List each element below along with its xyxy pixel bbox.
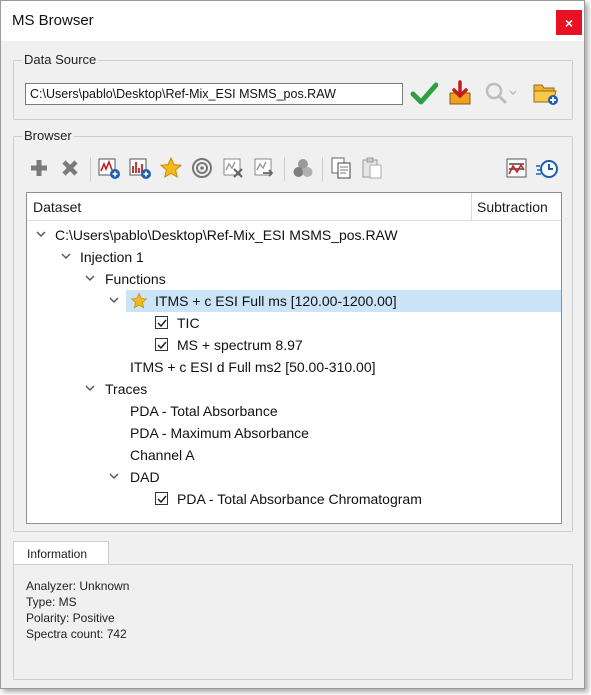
chevron-down-icon[interactable]: [108, 294, 120, 306]
tree-row-label: MS + spectrum 8.97: [177, 337, 303, 353]
tree-row-label: Channel A: [130, 447, 195, 463]
toolbar-separator: [90, 157, 91, 181]
column-header-subtraction[interactable]: Subtraction: [477, 199, 548, 215]
add-icon[interactable]: [27, 156, 51, 180]
tree-row-label: ITMS + c ESI d Full ms2 [50.00-310.00]: [130, 359, 376, 375]
browser-label: Browser: [22, 128, 74, 143]
close-button[interactable]: ×: [556, 10, 582, 35]
download-icon[interactable]: [446, 79, 474, 107]
title-bar: MS Browser ×: [1, 1, 584, 41]
checkbox-pda-chromatogram[interactable]: [155, 492, 168, 505]
chevron-down-icon[interactable]: [108, 470, 120, 482]
timer-icon[interactable]: [535, 156, 559, 180]
info-polarity: Polarity: Positive: [26, 611, 115, 625]
star-icon: [130, 292, 148, 310]
add-chromatogram-icon[interactable]: [97, 156, 121, 180]
ms-browser-window: MS Browser × Data Source Browser: [0, 0, 585, 689]
tree-row-label: TIC: [177, 315, 200, 331]
tree-header: Dataset Subtraction: [27, 193, 561, 221]
tree-row-tic[interactable]: TIC: [27, 312, 561, 334]
column-header-dataset[interactable]: Dataset: [33, 199, 81, 215]
tree-row-pda-max[interactable]: PDA - Maximum Absorbance: [27, 422, 561, 444]
data-source-group: Data Source: [13, 52, 573, 120]
tree-row-label: C:\Users\pablo\Desktop\Ref-Mix_ESI MSMS_…: [55, 227, 398, 243]
tree-row-label: Injection 1: [80, 249, 144, 265]
copy-icon[interactable]: [329, 156, 353, 180]
window-title: MS Browser: [12, 12, 94, 29]
tree-row-traces[interactable]: Traces: [27, 378, 561, 400]
information-panel: Analyzer: Unknown Type: MS Polarity: Pos…: [13, 564, 573, 680]
paste-icon[interactable]: [360, 156, 384, 180]
chevron-down-icon[interactable]: [84, 382, 96, 394]
info-spectra-count: Spectra count: 742: [26, 627, 127, 641]
tree-row-dad[interactable]: DAD: [27, 466, 561, 488]
info-type: Type: MS: [26, 595, 77, 609]
column-divider[interactable]: [471, 193, 472, 221]
tree-row-pda-chromatogram[interactable]: PDA - Total Absorbance Chromatogram: [27, 488, 561, 510]
tab-information[interactable]: Information: [13, 541, 109, 565]
open-folder-icon[interactable]: [532, 79, 560, 107]
star-icon[interactable]: [159, 156, 183, 180]
dataset-tree[interactable]: Dataset Subtraction C:\Users\pablo\Deskt…: [26, 192, 562, 524]
checkbox-ms-spectrum[interactable]: [155, 338, 168, 351]
tree-row-label: PDA - Total Absorbance Chromatogram: [177, 491, 422, 507]
tree-row-label: PDA - Total Absorbance: [130, 403, 278, 419]
chevron-down-icon[interactable]: [35, 228, 47, 240]
tree-row-function-full-ms[interactable]: ITMS + c ESI Full ms [120.00-1200.00]: [27, 290, 561, 312]
tree-row-injection[interactable]: Injection 1: [27, 246, 561, 268]
toolbar-separator: [284, 157, 285, 181]
data-source-path-input[interactable]: [25, 83, 403, 105]
export-icon[interactable]: [252, 156, 276, 180]
tree-row-pda-total[interactable]: PDA - Total Absorbance: [27, 400, 561, 422]
tree-row-file[interactable]: C:\Users\pablo\Desktop\Ref-Mix_ESI MSMS_…: [27, 224, 561, 246]
toolbar-separator: [322, 157, 323, 181]
tree-row-label: DAD: [130, 469, 160, 485]
tree-row-function-ms2[interactable]: ITMS + c ESI d Full ms2 [50.00-310.00]: [27, 356, 561, 378]
search-zoom-icon[interactable]: [482, 79, 522, 107]
tree-row-label: ITMS + c ESI Full ms [120.00-1200.00]: [155, 293, 397, 309]
tree-row-ms-spectrum[interactable]: MS + spectrum 8.97: [27, 334, 561, 356]
add-spectrum-icon[interactable]: [128, 156, 152, 180]
target-icon[interactable]: [190, 156, 214, 180]
info-analyzer: Analyzer: Unknown: [26, 579, 130, 593]
clear-icon[interactable]: [221, 156, 245, 180]
tree-row-label: PDA - Maximum Absorbance: [130, 425, 309, 441]
chevron-down-icon[interactable]: [84, 272, 96, 284]
checkbox-tic[interactable]: [155, 316, 168, 329]
chevron-down-icon[interactable]: [60, 250, 72, 262]
browser-group: Browser Dataset Subtraction C:\Users\pab…: [13, 128, 573, 532]
tree-row-label: Traces: [105, 381, 148, 397]
check-icon[interactable]: [410, 79, 439, 107]
remove-icon[interactable]: [58, 156, 82, 180]
tree-row-channel-a[interactable]: Channel A: [27, 444, 561, 466]
tree-row-label: Functions: [105, 271, 166, 287]
chart-settings-icon[interactable]: [505, 156, 529, 180]
data-source-label: Data Source: [22, 52, 99, 67]
tree-row-functions[interactable]: Functions: [27, 268, 561, 290]
cluster-icon[interactable]: [291, 156, 315, 180]
